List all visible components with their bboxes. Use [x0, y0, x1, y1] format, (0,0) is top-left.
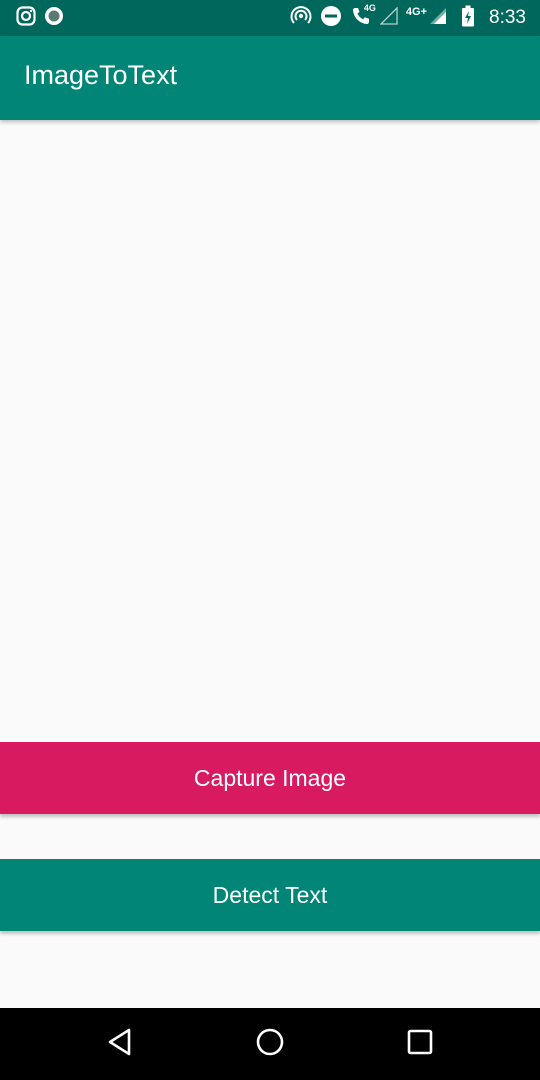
recents-button[interactable] [402, 1026, 438, 1062]
main-content: Capture Image Detect Text [0, 120, 540, 1008]
instagram-icon [16, 5, 36, 31]
app-bar: ImageToText [0, 36, 540, 120]
status-right-icons: 4G 4G+ 8:33 [290, 3, 526, 32]
signal-icon-1 [379, 5, 398, 30]
recents-icon [407, 1029, 433, 1060]
status-bar: 4G 4G+ 8:33 [0, 0, 540, 36]
do-not-disturb-icon [320, 5, 342, 32]
volte-call-icon: 4G [350, 3, 376, 32]
capture-image-button[interactable]: Capture Image [0, 742, 540, 814]
app-title: ImageToText [24, 60, 178, 90]
volte-label: 4G [363, 2, 376, 13]
home-icon [255, 1027, 285, 1062]
back-icon [105, 1027, 135, 1062]
battery-charging-icon [461, 5, 475, 32]
back-button[interactable] [102, 1026, 138, 1062]
navigation-bar [0, 1008, 540, 1080]
signal-icon-2 [429, 7, 447, 30]
status-time: 8:33 [489, 7, 526, 28]
network-type-label: 4G+ [405, 6, 428, 18]
home-button[interactable] [252, 1026, 288, 1062]
circle-notification-icon [44, 6, 64, 31]
status-left-icons [16, 5, 64, 31]
hotspot-icon [290, 5, 312, 32]
detect-text-button[interactable]: Detect Text [0, 859, 540, 931]
